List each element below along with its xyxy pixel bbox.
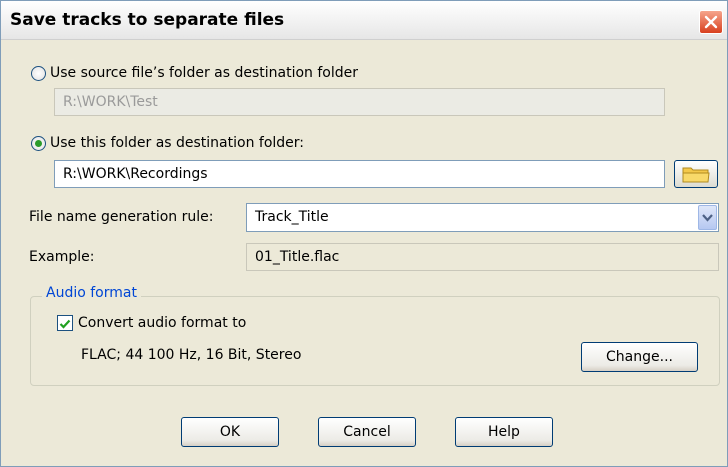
rule-dropdown-button[interactable] [698, 205, 717, 230]
folder-icon [682, 167, 710, 183]
browse-folder-button[interactable] [674, 160, 718, 188]
example-value: 01_Title.flac [246, 243, 719, 271]
rule-label: File name generation rule: [29, 209, 214, 225]
close-button[interactable] [699, 10, 723, 34]
rule-select[interactable]: Track_Title [246, 203, 719, 232]
source-folder-path: R:\WORK\Test [54, 88, 665, 116]
chevron-down-icon [702, 214, 713, 222]
dialog-title: Save tracks to separate files [10, 10, 285, 30]
radio-selected-dot [35, 140, 42, 147]
audio-format-group [30, 296, 720, 386]
radio-source-folder[interactable] [31, 66, 46, 81]
save-tracks-dialog: Save tracks to separate files Use source… [0, 0, 728, 467]
destination-folder-input[interactable]: R:\WORK\Recordings [54, 160, 665, 188]
audio-format-legend: Audio format [42, 285, 141, 301]
source-folder-option-label[interactable]: Use source file’s folder as destination … [50, 65, 358, 81]
audio-format-description: FLAC; 44 100 Hz, 16 Bit, Stereo [81, 347, 302, 363]
change-format-button[interactable]: Change... [581, 342, 698, 372]
radio-custom-folder[interactable] [31, 136, 46, 151]
title-bar[interactable]: Save tracks to separate files [1, 1, 727, 40]
help-button[interactable]: Help [455, 417, 553, 447]
rule-value: Track_Title [255, 209, 329, 225]
close-icon [704, 15, 718, 29]
ok-button[interactable]: OK [181, 417, 279, 447]
custom-folder-option-label[interactable]: Use this folder as destination folder: [50, 135, 304, 151]
example-label: Example: [29, 249, 95, 265]
convert-audio-checkbox[interactable] [57, 315, 73, 331]
convert-audio-label[interactable]: Convert audio format to [78, 315, 246, 331]
checkmark-icon [59, 319, 71, 329]
cancel-button[interactable]: Cancel [318, 417, 416, 447]
